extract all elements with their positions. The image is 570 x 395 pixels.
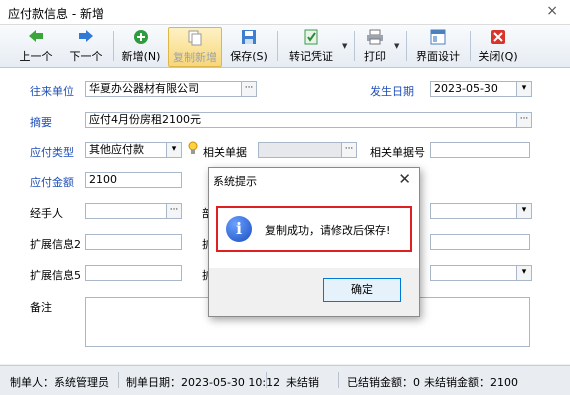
print-dropdown-icon[interactable]: ▼ [394,42,399,50]
save-icon [226,29,272,47]
copy-new-label: 复制新增 [173,51,217,64]
copy-new-button[interactable]: 复制新增 [168,27,222,67]
arrow-right-icon [66,29,106,47]
voucher-icon [282,29,340,47]
date-label: 发生日期 [370,85,414,98]
window-close-icon[interactable]: × [546,3,558,19]
copy-icon [169,30,221,48]
handler-input[interactable] [85,203,167,219]
related-doc-input[interactable] [258,142,342,158]
save-label: 保存(S) [230,50,268,63]
status-creator: 制单人：系统管理员 [10,376,109,389]
ext2-label: 扩展信息2 [30,238,81,251]
partner-input[interactable]: 华夏办公器材有限公司 [85,81,242,97]
status-created-date: 制单日期：2023-05-30 10:12 [126,376,281,389]
right-select-1-dropdown[interactable]: ▾ [516,203,532,219]
summary-input[interactable]: 应付4月份房租2100元 [85,112,517,128]
info-icon: i [226,216,252,242]
note-label: 备注 [30,301,52,314]
partner-label: 往来单位 [30,85,74,98]
prev-label: 上一个 [19,50,53,63]
dialog-message: 复制成功，请修改后保存! [265,224,391,237]
type-dropdown-button[interactable]: ▾ [166,142,182,158]
new-label: 新增(N) [121,50,161,63]
new-button[interactable]: 新增(N) [118,27,164,65]
message-dialog: 系统提示 ✕ i 复制成功，请修改后保存! 确定 [208,167,420,317]
status-bar: 制单人：系统管理员 制单日期：2023-05-30 10:12 未结销 已结销金… [0,365,570,395]
save-button[interactable]: 保存(S) [226,27,272,65]
ext2-input[interactable] [85,234,182,250]
arrow-left-icon [16,29,56,47]
next-button[interactable]: 下一个 [66,27,106,65]
post-voucher-button[interactable]: 转记凭证 [282,27,340,65]
type-label: 应付类型 [30,146,74,159]
next-label: 下一个 [69,50,103,63]
date-input[interactable]: 2023-05-30 [430,81,517,97]
summary-lookup-button[interactable]: ··· [516,112,532,128]
close-button[interactable]: 关闭(Q) [475,27,521,65]
right-input-2[interactable] [430,234,530,250]
handler-lookup-button[interactable]: ··· [166,203,182,219]
right-select-3-dropdown[interactable]: ▾ [516,265,532,281]
post-voucher-label: 转记凭证 [289,50,333,63]
toolbar: 上一个 下一个 新增(N) 复制新增 保存(S) 转记凭证 ▼ 打印 ▼ 界面设… [0,25,570,68]
right-select-1[interactable] [430,203,517,219]
partner-lookup-button[interactable]: ··· [241,81,257,97]
related-doc-label: 相关单据 [203,146,247,159]
ui-design-button[interactable]: 界面设计 [412,27,464,65]
status-settled-amount: 已结销金额：0 [347,376,420,389]
dialog-title: 系统提示 [213,175,257,188]
amount-input[interactable]: 2100 [85,172,182,188]
right-select-3[interactable] [430,265,517,281]
window-titlebar: 应付款信息 - 新增 × [0,0,570,25]
dialog-body: i 复制成功，请修改后保存! [209,192,419,268]
type-select[interactable]: 其他应付款 [85,142,167,158]
ok-button[interactable]: 确定 [323,278,401,302]
add-icon [118,29,164,47]
status-settle: 未结销 [286,376,319,389]
dialog-titlebar: 系统提示 ✕ [209,168,419,192]
related-doc-no-input[interactable] [430,142,530,158]
amount-label: 应付金额 [30,176,74,189]
window-title: 应付款信息 - 新增 [8,7,104,21]
print-label: 打印 [364,50,386,63]
ext5-label: 扩展信息5 [30,269,81,282]
handler-label: 经手人 [30,207,63,220]
layout-icon [412,29,464,47]
related-doc-lookup-button[interactable]: ··· [341,142,357,158]
lightbulb-icon [188,141,198,158]
summary-label: 摘要 [30,116,52,129]
post-voucher-dropdown-icon[interactable]: ▼ [342,42,347,50]
status-unsettled-amount: 未结销金额：2100 [424,376,518,389]
close-red-icon [475,29,521,47]
dialog-close-icon[interactable]: ✕ [398,170,411,188]
prev-button[interactable]: 上一个 [16,27,56,65]
printer-icon [358,29,392,47]
ext5-input[interactable] [85,265,182,281]
print-button[interactable]: 打印 [358,27,392,65]
date-dropdown-button[interactable]: ▾ [516,81,532,97]
related-doc-no-label: 相关单据号 [370,146,425,159]
close-label: 关闭(Q) [478,50,518,63]
ui-design-label: 界面设计 [416,50,460,63]
